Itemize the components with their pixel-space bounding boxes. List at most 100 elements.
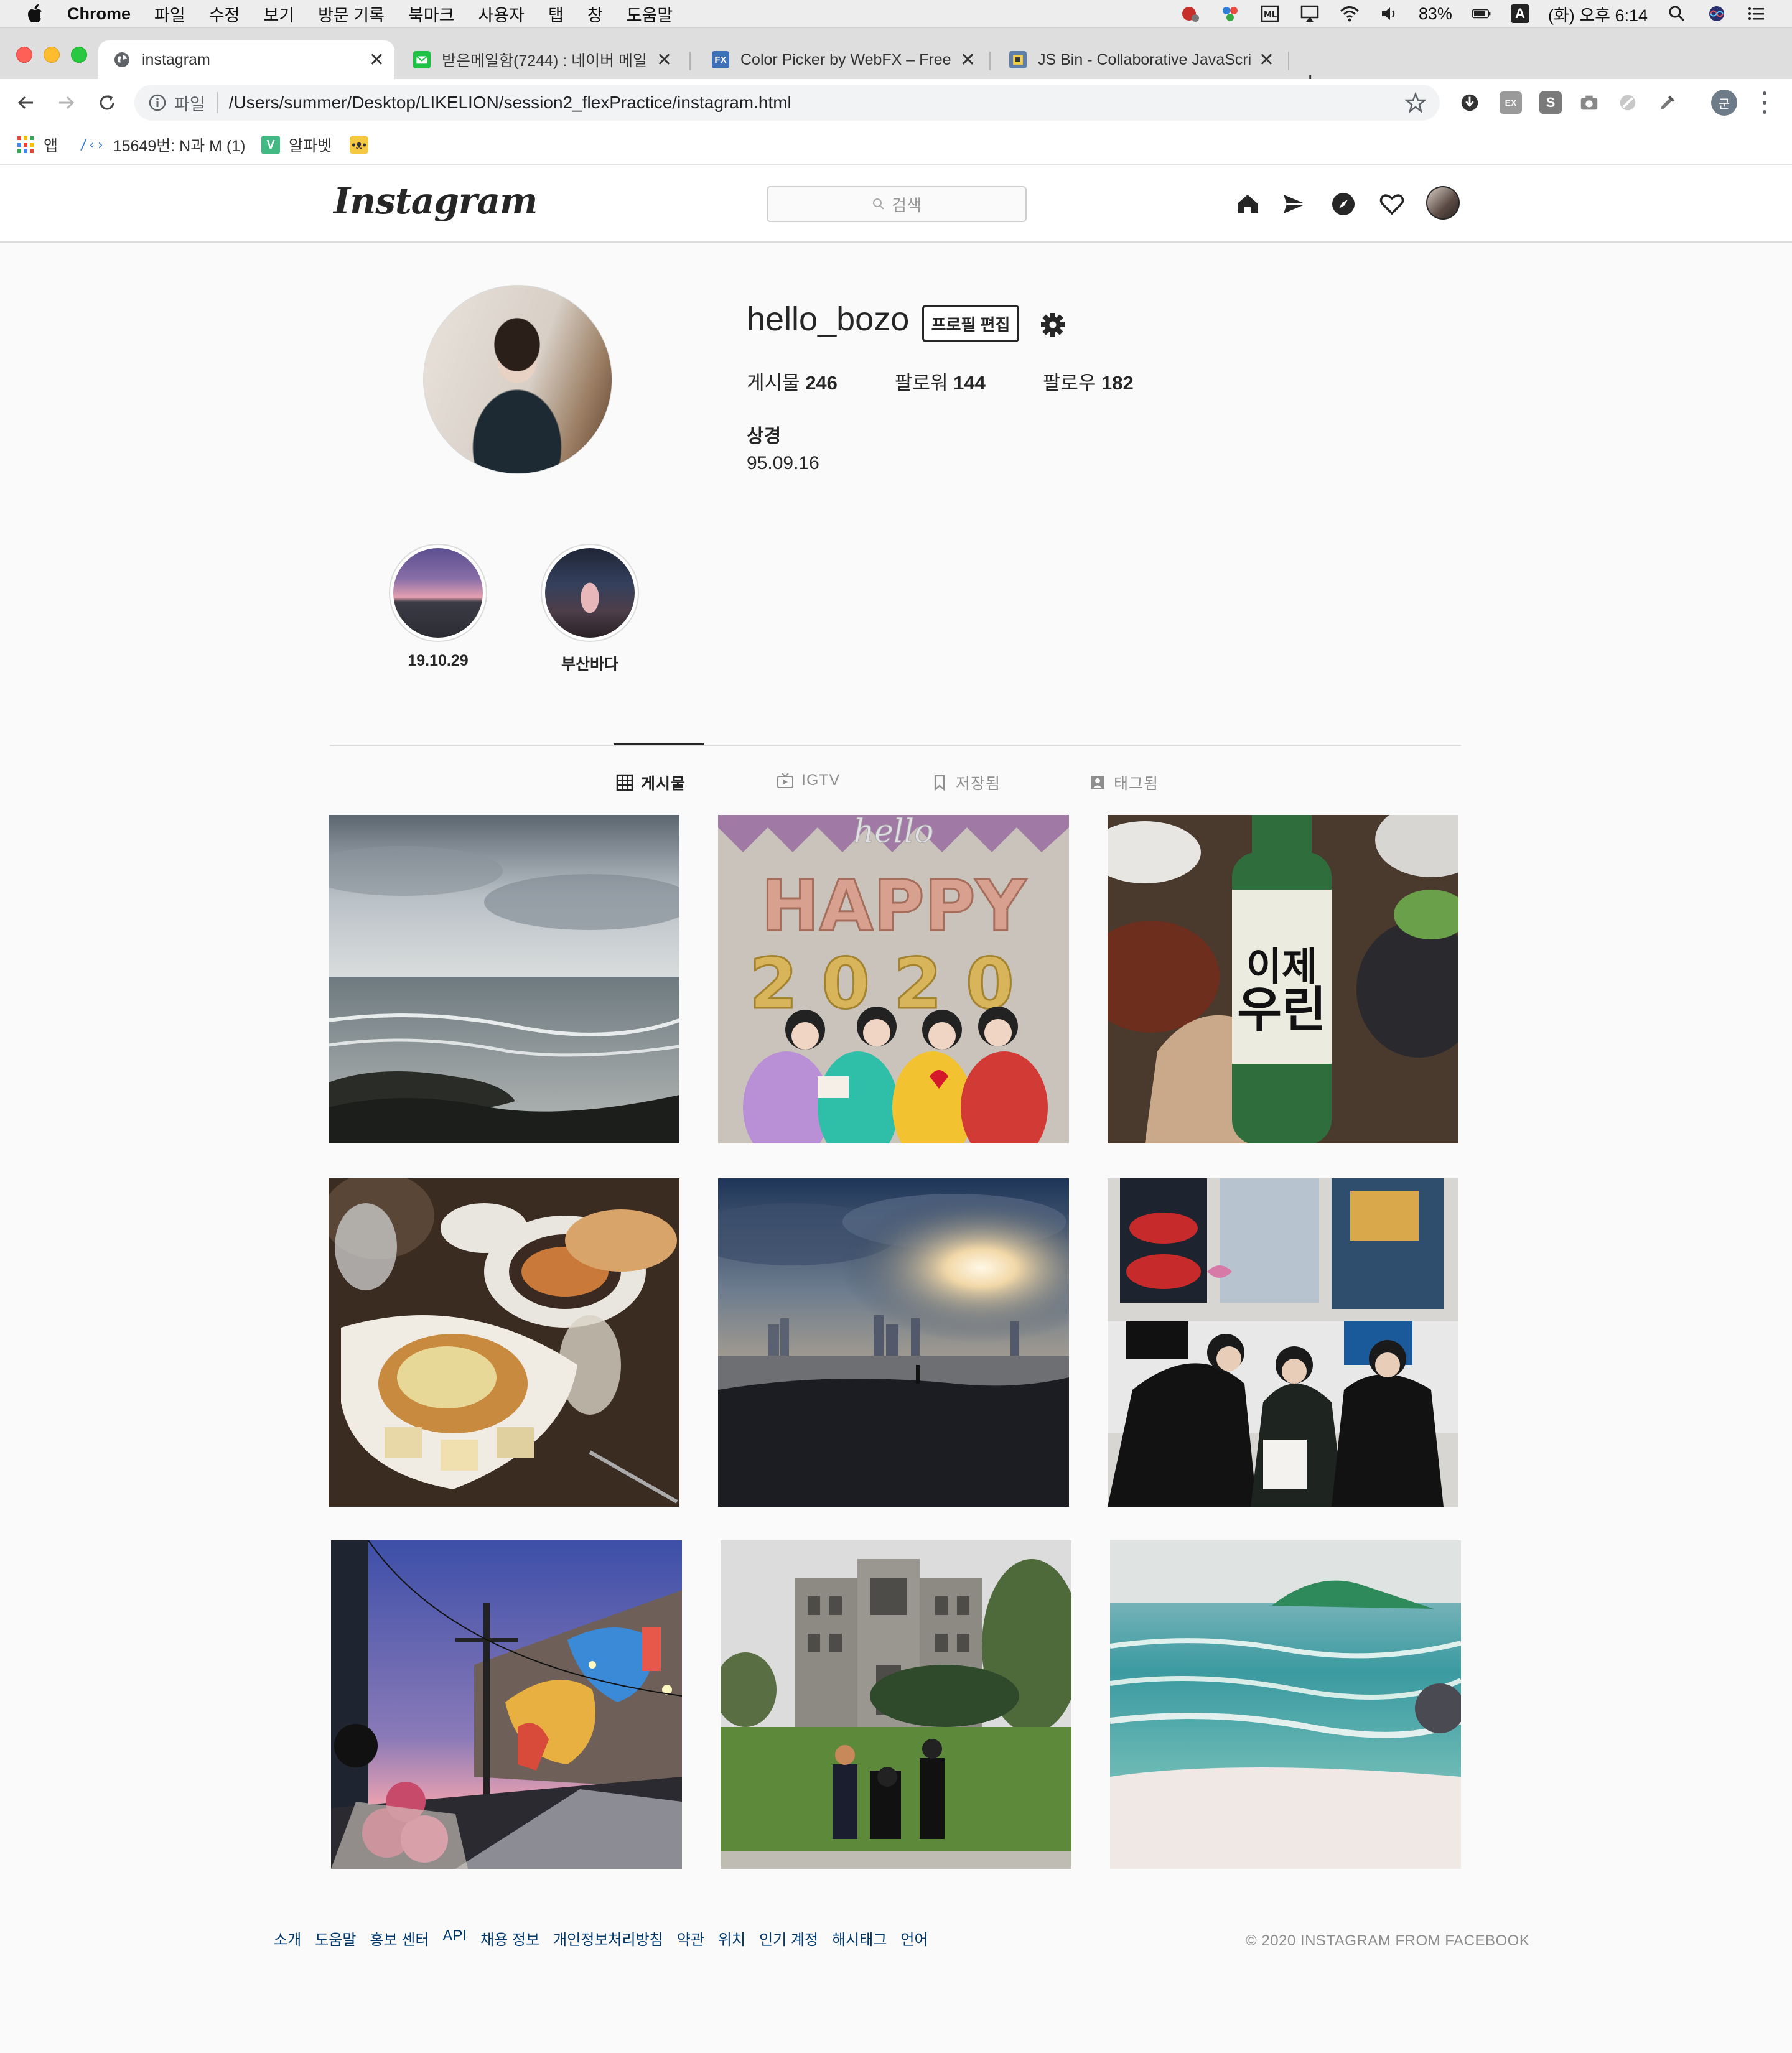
- footer-link-help[interactable]: 도움말: [315, 1927, 356, 1949]
- reload-button[interactable]: [95, 90, 119, 115]
- minimize-window-button[interactable]: [44, 47, 60, 63]
- color-picker-menu-icon[interactable]: [1220, 4, 1241, 23]
- footer-link-privacy[interactable]: 개인정보처리방침: [553, 1927, 663, 1949]
- tab-tagged[interactable]: 태그됨: [1089, 771, 1159, 794]
- settings-gear-icon[interactable]: [1039, 311, 1066, 338]
- post-thumbnail[interactable]: [1110, 1540, 1461, 1869]
- post-thumbnail[interactable]: hello HAPPY 2020: [718, 815, 1069, 1143]
- footer-link-press[interactable]: 홍보 센터: [370, 1927, 429, 1949]
- menubar-history[interactable]: 방문 기록: [318, 2, 385, 26]
- close-tab-icon[interactable]: ✕: [369, 49, 385, 71]
- tab-jsbin[interactable]: JS Bin - Collaborative JavaScri ✕: [994, 40, 1284, 79]
- tab-naver-mail[interactable]: 받은메일함(7244) : 네이버 메일 ✕: [398, 40, 682, 79]
- post-thumbnail[interactable]: [329, 1178, 679, 1507]
- wifi-icon[interactable]: [1339, 4, 1360, 23]
- activity-heart-icon[interactable]: [1379, 191, 1405, 217]
- menubar-file[interactable]: 파일: [154, 2, 185, 26]
- spotlight-search-icon[interactable]: [1666, 4, 1687, 23]
- menubar-clock[interactable]: (화) 오후 6:14: [1548, 2, 1648, 26]
- footer-link-api[interactable]: API: [442, 1927, 467, 1949]
- info-icon[interactable]: [148, 93, 167, 112]
- back-button[interactable]: [14, 90, 39, 115]
- post-thumbnail[interactable]: [331, 1540, 682, 1869]
- airplay-icon[interactable]: [1299, 4, 1320, 23]
- footer-link-language[interactable]: 언어: [900, 1927, 928, 1949]
- input-source-indicator[interactable]: A: [1510, 4, 1529, 23]
- camera-extension-icon[interactable]: [1578, 91, 1600, 114]
- tab-saved[interactable]: 저장됨: [931, 771, 1001, 794]
- siri-icon[interactable]: [1706, 4, 1727, 23]
- close-tab-icon[interactable]: ✕: [1259, 49, 1274, 71]
- menubar-edit[interactable]: 수정: [209, 2, 240, 26]
- menubar-people[interactable]: 사용자: [478, 2, 525, 26]
- active-tab-indicator: [614, 743, 704, 745]
- explore-compass-icon[interactable]: [1330, 191, 1356, 217]
- profile-picture[interactable]: [423, 285, 612, 474]
- instagram-logo[interactable]: Instagram: [334, 180, 538, 222]
- tab-igtv[interactable]: IGTV: [777, 771, 840, 789]
- bookmark-alphabet[interactable]: V 알파벳: [261, 133, 332, 157]
- ex-extension-icon[interactable]: EX: [1500, 91, 1522, 114]
- home-icon[interactable]: [1234, 191, 1261, 217]
- following-count[interactable]: 팔로우 182: [1043, 367, 1134, 395]
- bookmark-icon: [934, 775, 945, 791]
- battery-percent: 83%: [1418, 4, 1452, 23]
- followers-count[interactable]: 팔로워 144: [895, 367, 986, 395]
- menubar-app-name[interactable]: Chrome: [67, 4, 131, 24]
- apple-menu-icon[interactable]: [25, 3, 44, 24]
- posts-count[interactable]: 게시물 246: [747, 367, 838, 395]
- footer-link-locations[interactable]: 위치: [718, 1927, 745, 1949]
- zoom-window-button[interactable]: [71, 47, 87, 63]
- menubar-bookmarks[interactable]: 북마크: [408, 2, 455, 26]
- menubar-view[interactable]: 보기: [263, 2, 294, 26]
- close-tab-icon[interactable]: ✕: [960, 49, 976, 71]
- url-text[interactable]: /Users/summer/Desktop/LIKELION/session2_…: [229, 93, 791, 113]
- footer-link-top-accounts[interactable]: 인기 계정: [759, 1927, 818, 1949]
- footer-link-about[interactable]: 소개: [274, 1927, 301, 1949]
- footer-link-terms[interactable]: 약관: [677, 1927, 704, 1949]
- post-thumbnail[interactable]: 이제 우린: [1108, 815, 1458, 1143]
- svg-text:HAPPY: HAPPY: [761, 866, 1027, 947]
- tab-divider: [1288, 52, 1289, 70]
- tab-color-picker[interactable]: FX Color Picker by WebFX – Free I ✕: [697, 40, 986, 79]
- menubar-help[interactable]: 도움말: [627, 2, 673, 26]
- close-window-button[interactable]: [16, 47, 32, 63]
- story-highlight[interactable]: 19.10.29: [388, 544, 488, 670]
- footer-link-jobs[interactable]: 채용 정보: [480, 1927, 539, 1949]
- tab-instagram[interactable]: instagram ✕: [98, 40, 394, 79]
- post-thumbnail[interactable]: [1108, 1178, 1458, 1507]
- bookmark-apps[interactable]: 앱: [17, 133, 58, 157]
- v-icon: V: [261, 136, 280, 154]
- edit-profile-button[interactable]: 프로필 편집: [922, 305, 1019, 342]
- download-extension-icon[interactable]: [1458, 91, 1481, 114]
- bookmark-cat[interactable]: •ᴥ•: [350, 133, 368, 157]
- circle-extension-icon[interactable]: [1617, 91, 1639, 114]
- screen-recorder-icon[interactable]: [1180, 4, 1201, 23]
- tab-posts[interactable]: 게시물: [616, 771, 686, 794]
- profile-avatar-nav[interactable]: [1426, 186, 1460, 220]
- chrome-menu-icon[interactable]: [1758, 89, 1771, 116]
- post-thumbnail[interactable]: [329, 815, 679, 1143]
- post-thumbnail[interactable]: [718, 1178, 1069, 1507]
- close-tab-icon[interactable]: ✕: [656, 49, 672, 71]
- battery-icon[interactable]: [1471, 4, 1492, 23]
- eyedropper-extension-icon[interactable]: [1656, 91, 1679, 114]
- direct-message-icon[interactable]: [1282, 191, 1308, 217]
- profile-avatar-button[interactable]: 군: [1711, 90, 1737, 116]
- footer-link-hashtags[interactable]: 해시태그: [832, 1927, 887, 1949]
- volume-icon[interactable]: [1379, 4, 1400, 23]
- svg-text:우린: 우린: [1237, 982, 1327, 1038]
- notification-center-icon[interactable]: [1746, 4, 1767, 23]
- forward-button[interactable]: [54, 90, 78, 115]
- ml-icon[interactable]: ML: [1259, 4, 1281, 23]
- bookmark-boj[interactable]: /‹› 15649번: N과 M (1): [80, 133, 246, 157]
- menubar-window[interactable]: 창: [587, 2, 603, 26]
- s-extension-icon[interactable]: S: [1539, 91, 1562, 114]
- post-thumbnail[interactable]: [721, 1540, 1071, 1869]
- highlight-cover: [545, 548, 635, 638]
- bookmark-star-icon[interactable]: [1405, 92, 1426, 113]
- search-input[interactable]: 검색: [767, 186, 1027, 222]
- story-highlight[interactable]: 부산바다: [540, 544, 640, 674]
- address-bar[interactable]: 파일 /Users/summer/Desktop/LIKELION/sessio…: [134, 85, 1440, 121]
- menubar-tab[interactable]: 탭: [548, 2, 564, 26]
